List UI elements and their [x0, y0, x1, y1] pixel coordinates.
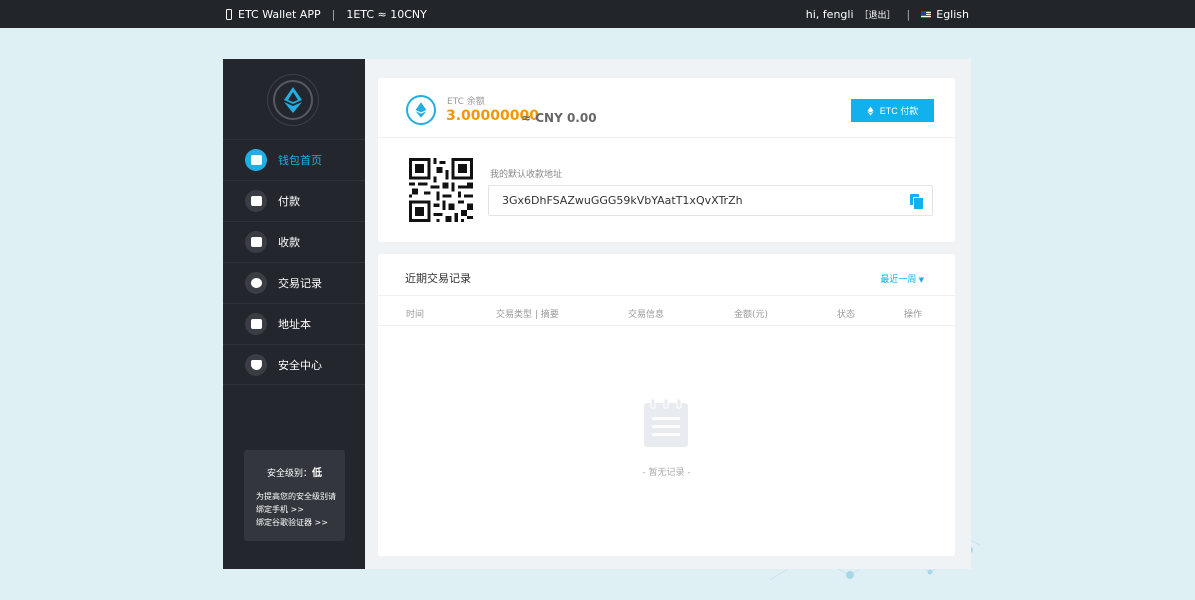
ethereum-classic-icon	[867, 105, 874, 116]
sidebar-item-security[interactable]: 安全中心	[223, 344, 365, 385]
security-level-box: 安全级别：低 为提高您的安全级别请 绑定手机 >> 绑定谷歌验证器 >>	[244, 450, 345, 541]
bind-google-auth-link[interactable]: 绑定谷歌验证器 >>	[256, 516, 336, 529]
security-level-value: 低	[312, 468, 322, 479]
language-switch[interactable]: Eglish	[936, 8, 969, 21]
column-header-info: 交易信息	[628, 310, 665, 320]
column-header-time: 时间	[406, 310, 425, 320]
logout-link[interactable]: ［退出］	[860, 8, 896, 21]
column-header-type: 交易类型 | 摘要	[496, 310, 559, 320]
qr-code	[409, 158, 473, 222]
us-flag-icon	[921, 11, 932, 18]
empty-clipboard-icon	[644, 399, 688, 447]
column-header-action: 操作	[904, 310, 923, 320]
topbar-left: ETC Wallet APP | 1ETC ≈ 10CNY	[226, 8, 427, 21]
sidebar-item-transactions[interactable]: 交易记录	[223, 262, 365, 303]
balance-cny: ≈ CNY 0.00	[521, 111, 597, 125]
bind-phone-link[interactable]: 绑定手机 >>	[256, 503, 336, 516]
period-filter-dropdown[interactable]: 最近一周	[880, 272, 924, 285]
recent-transactions-card: 近期交易记录 最近一周 时间 交易类型 | 摘要 交易信息 金额(元) 状态 操…	[378, 254, 955, 556]
wallet-container: 钱包首页 付款 收款 交易记录 地址本 安全中心 安全级别：低 为提高您的安全级…	[223, 59, 971, 569]
balance-label: ETC 余额	[447, 97, 485, 107]
topbar-divider: |	[331, 8, 336, 21]
receive-icon	[245, 231, 267, 253]
empty-records-text: - 暂无记录 -	[642, 468, 691, 478]
user-greeting: hi, fengli	[805, 8, 854, 21]
records-title: 近期交易记录	[405, 272, 471, 285]
sidebar: 钱包首页 付款 收款 交易记录 地址本 安全中心 安全级别：低 为提高您的安全级…	[223, 59, 365, 569]
sidebar-item-label: 安全中心	[278, 358, 322, 372]
sidebar-item-label: 钱包首页	[278, 154, 322, 167]
sidebar-nav: 钱包首页 付款 收款 交易记录 地址本 安全中心	[223, 139, 365, 385]
balance-card: ETC 余额 3.00000000 ≈ CNY 0.00 ETC 付款 我的默认…	[378, 78, 955, 242]
address-label: 我的默认收款地址	[490, 170, 563, 180]
sidebar-item-label: 付款	[278, 195, 300, 208]
column-header-amount: 金额(元)	[734, 310, 769, 320]
address-book-icon	[245, 313, 267, 335]
sidebar-item-pay[interactable]: 付款	[223, 180, 365, 221]
topbar-divider-2: |	[906, 8, 911, 21]
ethereum-classic-icon	[284, 87, 302, 113]
balance-header: ETC 余额 3.00000000 ≈ CNY 0.00 ETC 付款	[378, 78, 955, 138]
topbar-right: hi, fengli ［退出］ | Eglish	[806, 8, 969, 21]
column-header-status: 状态	[837, 310, 856, 320]
top-bar: ETC Wallet APP | 1ETC ≈ 10CNY hi, fengli…	[0, 0, 1195, 28]
app-name[interactable]: ETC Wallet APP	[238, 8, 321, 21]
etc-logo[interactable]	[267, 74, 319, 126]
sidebar-item-label: 交易记录	[278, 277, 322, 290]
security-tip: 为提高您的安全级别请 绑定手机 >> 绑定谷歌验证器 >>	[256, 492, 336, 529]
security-level: 安全级别：低	[266, 468, 322, 479]
address-field[interactable]: 3Gx6DhFSAZwuGGG59kVbYAatT1xQvXTrZh	[488, 185, 933, 216]
phone-icon	[226, 9, 232, 20]
sidebar-item-label: 地址本	[278, 318, 311, 331]
table-header: 时间 交易类型 | 摘要 交易信息 金额(元) 状态 操作	[378, 295, 955, 326]
etc-pay-button[interactable]: ETC 付款	[851, 99, 934, 122]
copy-icon[interactable]	[910, 194, 924, 210]
pay-icon	[245, 190, 267, 212]
wallet-icon	[245, 149, 267, 171]
etc-coin-icon	[406, 95, 436, 125]
exchange-rate: 1ETC ≈ 10CNY	[346, 8, 427, 21]
wallet-address[interactable]: 3Gx6DhFSAZwuGGG59kVbYAatT1xQvXTrZh	[502, 194, 743, 207]
shield-icon	[245, 353, 267, 376]
sidebar-item-receive[interactable]: 收款	[223, 221, 365, 262]
transactions-icon	[245, 272, 267, 294]
sidebar-item-label: 收款	[278, 236, 300, 249]
sidebar-item-wallet-home[interactable]: 钱包首页	[223, 139, 365, 180]
sidebar-item-address-book[interactable]: 地址本	[223, 303, 365, 344]
